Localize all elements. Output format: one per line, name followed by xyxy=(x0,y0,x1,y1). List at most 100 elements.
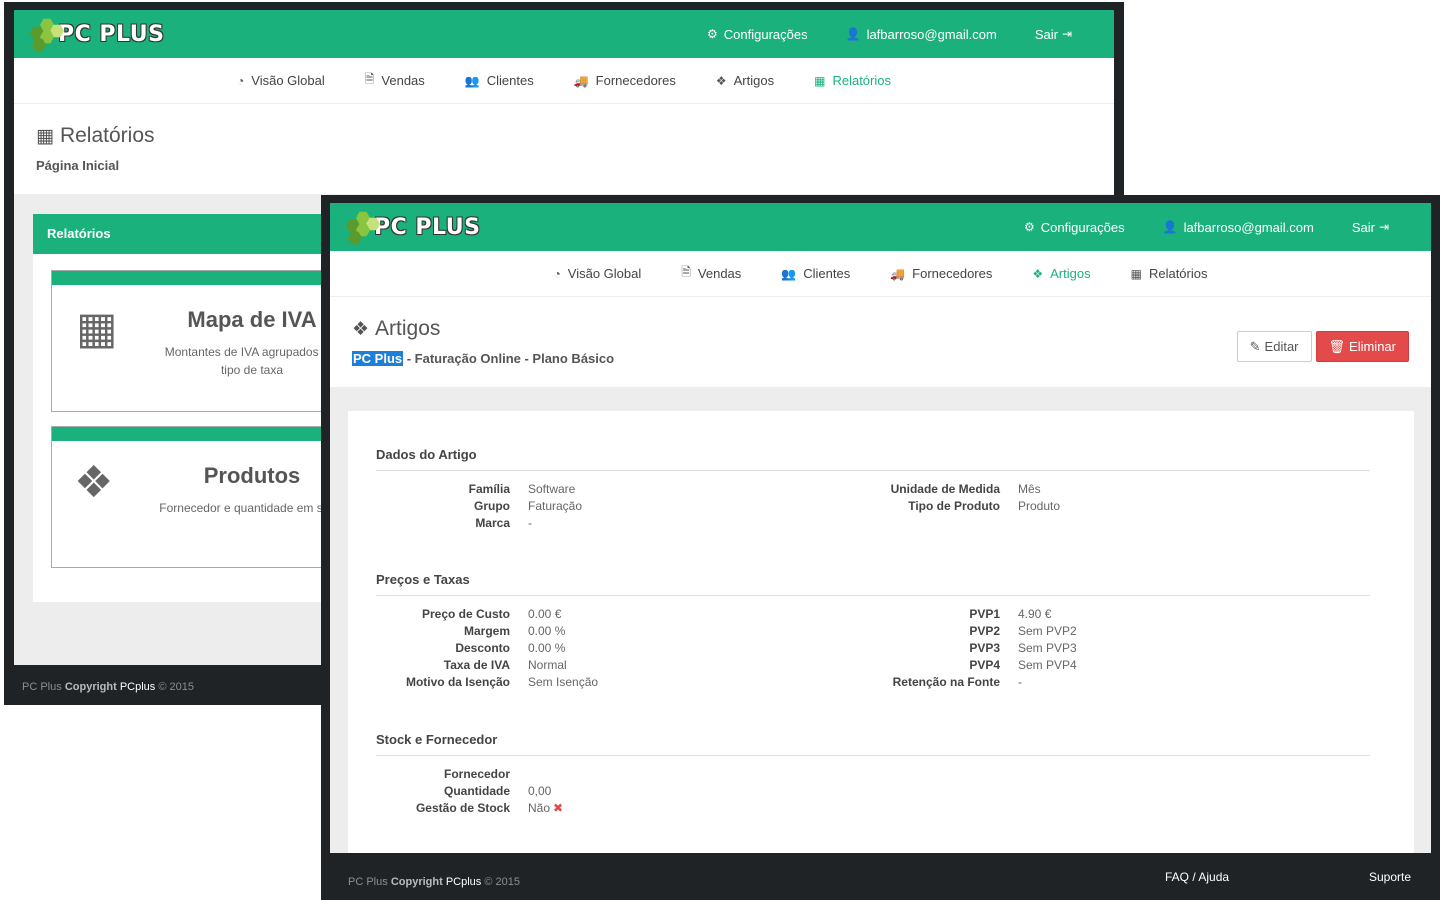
field-row: PVP2 Sem PVP2 xyxy=(838,623,1076,640)
user-icon: 👤 xyxy=(845,27,861,41)
footer-year: © 2015 xyxy=(484,876,520,888)
footer-copyright: Copyright xyxy=(64,681,117,693)
table-icon: ▦ xyxy=(1130,266,1142,281)
field-row: PVP4 Sem PVP4 xyxy=(838,657,1077,674)
nav-label: Artigos xyxy=(1050,266,1091,281)
nav-item-artigos[interactable]: ❖ Artigos xyxy=(716,73,774,88)
user-icon: 👤 xyxy=(1162,220,1178,234)
brand-logo[interactable]: PC PLUS xyxy=(344,209,481,245)
logout-link[interactable]: Sair ⇥ xyxy=(1035,27,1072,42)
nav-label: Vendas xyxy=(381,73,425,88)
nav-item-visao-global[interactable]: ◔ Visão Global xyxy=(554,266,642,281)
main-nav: ◔ Visão Global 🗎 Vendas 👥 Clientes 🚚 Fornece… xyxy=(330,251,1431,297)
nav-item-relatorios[interactable]: ▦ Relatórios xyxy=(814,73,891,88)
selected-text: PC Plus xyxy=(352,351,404,366)
cubes-icon: ❖ xyxy=(715,73,727,88)
user-link[interactable]: 👤 lafbarroso@gmail.com xyxy=(1163,220,1314,235)
nav-label: Artigos xyxy=(733,73,775,88)
nav-item-clientes[interactable]: 👥 Clientes xyxy=(781,266,850,281)
field-label: PVP3 xyxy=(969,641,1000,655)
table-icon: ▦ xyxy=(36,125,54,147)
field-row: Preço de Custo 0.00 € xyxy=(348,606,598,623)
field-label: Grupo xyxy=(474,499,510,513)
field-value: 0.00 % xyxy=(528,624,566,638)
field-value: Não xyxy=(528,801,551,815)
cubes-icon: ❖ xyxy=(74,458,114,507)
cogs-icon: ⚙ xyxy=(707,27,718,41)
article-details-card: Dados do Artigo Família Software Grupo Fat… xyxy=(348,411,1414,853)
nav-item-vendas[interactable]: 🗎 Vendas xyxy=(365,70,425,91)
field-label: Preço de Custo xyxy=(421,607,510,621)
nav-label: Relatórios xyxy=(1148,266,1208,281)
nav-item-fornecedores[interactable]: 🚚 Fornecedores xyxy=(574,73,676,88)
field-label: Motivo da Isenção xyxy=(405,675,510,689)
field-value: 0.00 % xyxy=(528,641,566,655)
top-nav: ⚙ Configurações 👤 lafbarroso@gmail.com Sai… xyxy=(669,10,1072,58)
sign-out-icon: ⇥ xyxy=(1378,220,1389,234)
field-value: Faturação xyxy=(528,499,583,513)
field-label: Marca xyxy=(475,516,510,530)
footer: PC Plus Copyright PCplus © 2015 xyxy=(348,876,520,888)
user-link[interactable]: 👤 lafbarroso@gmail.com xyxy=(846,27,997,42)
support-link[interactable]: Suporte xyxy=(1369,870,1411,884)
field-row: Fornecedor xyxy=(348,766,563,783)
nav-label: Vendas xyxy=(697,266,742,281)
field-value: 0,00 xyxy=(528,784,552,798)
field-value: Produto xyxy=(1018,499,1061,513)
nav-item-relatorios[interactable]: ▦ Relatórios xyxy=(1131,266,1208,281)
nav-label: Visão Global xyxy=(251,73,325,88)
config-link[interactable]: ⚙ Configurações xyxy=(707,27,808,42)
field-row: PVP1 4.90 € xyxy=(838,606,1077,623)
field-row: Motivo da Isenção Sem Isenção xyxy=(348,674,598,691)
field-row: Retenção na Fonte - xyxy=(838,674,1077,691)
field-row: Família Software xyxy=(348,481,582,498)
edit-button[interactable]: ✎ Editar xyxy=(1236,331,1312,362)
delete-button[interactable]: 🗑 Eliminar xyxy=(1315,331,1409,362)
logout-label: Sair xyxy=(1034,26,1058,42)
nav-item-artigos[interactable]: ❖ Artigos xyxy=(1032,266,1090,281)
trash-icon: 🗑 xyxy=(1328,338,1346,354)
nav-item-clientes[interactable]: 👥 Clientes xyxy=(465,73,534,88)
field-value: 4.90 € xyxy=(1018,607,1052,621)
faq-link[interactable]: FAQ / Ajuda xyxy=(1165,870,1229,884)
pencil-icon: ✎ xyxy=(1249,338,1261,354)
field-label: Desconto xyxy=(455,641,510,655)
field-value: - xyxy=(1018,675,1022,689)
section-title-stock: Stock e Fornecedor xyxy=(376,732,1370,756)
brand-logo[interactable]: PC PLUS xyxy=(28,16,165,52)
config-link[interactable]: ⚙ Configurações xyxy=(1024,220,1125,235)
nav-label: Relatórios xyxy=(832,73,891,88)
field-row: Grupo Faturação xyxy=(348,498,582,515)
nav-label: Clientes xyxy=(486,73,534,88)
hexagon-logo-icon xyxy=(344,209,380,245)
nav-item-visao-global[interactable]: ◔ Visão Global xyxy=(237,73,325,88)
edit-label: Editar xyxy=(1264,339,1299,354)
nav-label: Visão Global xyxy=(567,266,642,281)
brand-name: PC PLUS xyxy=(58,21,165,47)
field-value: Sem Isenção xyxy=(528,675,599,689)
dashboard-icon: ◔ xyxy=(237,73,245,88)
field-value: Mês xyxy=(1018,482,1041,496)
top-nav: ⚙ Configurações 👤 lafbarroso@gmail.com Sai… xyxy=(986,203,1389,251)
field-value: Software xyxy=(528,482,576,496)
field-row: Unidade de Medida Mês xyxy=(838,481,1060,498)
footer-year: © 2015 xyxy=(158,681,194,693)
dashboard-icon: ◔ xyxy=(553,266,561,281)
page-title-text: Relatórios xyxy=(59,124,155,147)
times-icon: ✖ xyxy=(553,801,564,815)
field-label: PVP4 xyxy=(969,658,1000,672)
breadcrumb[interactable]: PC Plus - Faturação Online - Plano Básic… xyxy=(352,351,614,366)
page-title-text: Artigos xyxy=(375,317,441,340)
stock-left-list: Fornecedor Quantidade 0,00 Gestão de Stoc… xyxy=(348,766,563,817)
breadcrumb[interactable]: Página Inicial xyxy=(36,158,119,173)
field-row: Taxa de IVA Normal xyxy=(348,657,598,674)
logout-link[interactable]: Sair ⇥ xyxy=(1352,220,1389,235)
field-label: Família xyxy=(468,482,510,496)
table-icon: ▦ xyxy=(76,304,118,353)
field-value: Sem PVP4 xyxy=(1018,658,1077,672)
cogs-icon: ⚙ xyxy=(1024,220,1035,234)
users-icon: 👥 xyxy=(781,266,797,281)
footer: PC Plus Copyright PCplus © 2015 xyxy=(22,681,194,693)
nav-item-fornecedores[interactable]: 🚚 Fornecedores xyxy=(890,266,992,281)
nav-item-vendas[interactable]: 🗎 Vendas xyxy=(681,263,741,284)
